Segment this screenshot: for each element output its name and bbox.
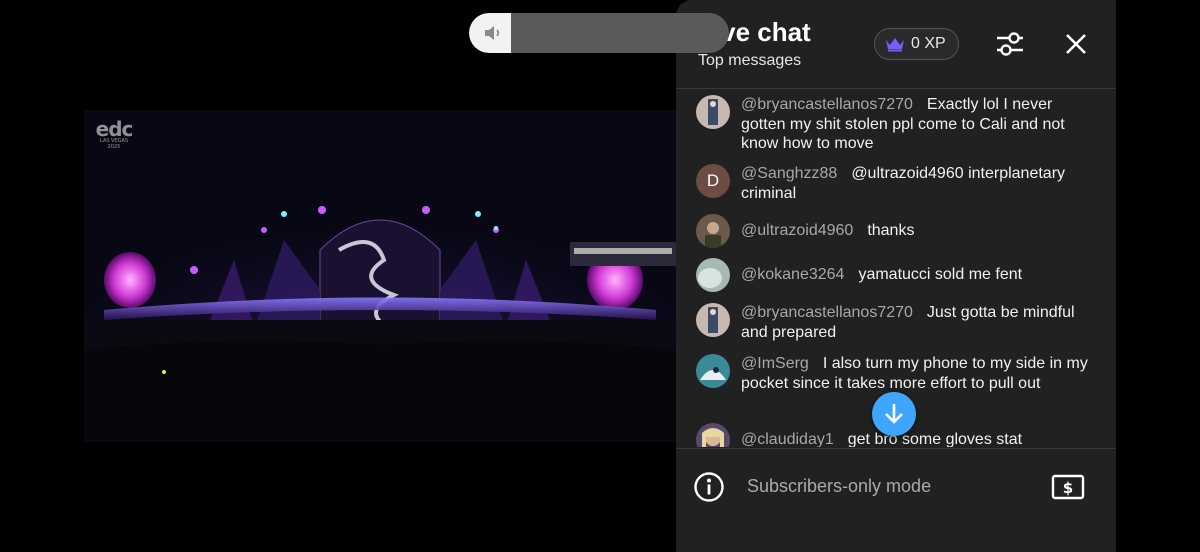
- chat-settings-button[interactable]: [992, 26, 1028, 62]
- message-author[interactable]: @kokane3264: [741, 266, 844, 283]
- chat-message: @ultrazoid4960 thanks: [696, 214, 1096, 248]
- message-author[interactable]: @claudiday1: [741, 431, 834, 447]
- info-button[interactable]: [693, 471, 725, 503]
- chat-message: D @Sanghzz88 @ultrazoid4960 interplanetar…: [696, 164, 1096, 203]
- chat-message: @bryancastellanos7270 Just gotta be mindf…: [696, 303, 1096, 342]
- message-author[interactable]: @bryancastellanos7270: [741, 96, 913, 113]
- subscribers-only-label: Subscribers-only mode: [747, 476, 932, 496]
- avatar[interactable]: [696, 258, 730, 292]
- avatar[interactable]: [696, 303, 730, 337]
- message-text: yamatucci sold me fent: [858, 266, 1023, 283]
- crown-icon: [886, 38, 904, 52]
- logo-text: edc: [95, 117, 134, 141]
- close-icon: [1066, 34, 1086, 54]
- video-frame: [84, 110, 676, 442]
- message-author[interactable]: @ImSerg: [741, 355, 809, 372]
- video-player[interactable]: edc LAS VEGAS 2025: [84, 110, 676, 442]
- chat-message: @bryancastellanos7270 Exactly lol I never…: [696, 95, 1096, 154]
- speaker-icon: [485, 26, 500, 40]
- edc-logo: edc LAS VEGAS 2025: [94, 117, 134, 150]
- dollar-bill-icon: $: [1051, 474, 1085, 500]
- avatar[interactable]: [696, 95, 730, 129]
- avatar[interactable]: [696, 214, 730, 248]
- chat-mode-selector[interactable]: Top messages: [698, 52, 801, 70]
- xp-badge[interactable]: 0 XP: [874, 28, 959, 60]
- message-author[interactable]: @Sanghzz88: [741, 165, 837, 182]
- logo-subtext: LAS VEGAS 2025: [99, 138, 129, 150]
- avatar[interactable]: D: [696, 164, 730, 198]
- super-chat-button[interactable]: $: [1050, 471, 1086, 503]
- close-chat-button[interactable]: [1058, 26, 1094, 62]
- message-text: thanks: [867, 222, 915, 239]
- scroll-to-bottom-button[interactable]: [872, 392, 916, 436]
- avatar[interactable]: [696, 423, 730, 447]
- chat-message: @ImSerg I also turn my phone to my side i…: [696, 354, 1096, 393]
- svg-text:$: $: [1063, 479, 1073, 497]
- xp-label: 0 XP: [911, 35, 946, 52]
- screen: edc LAS VEGAS 2025 Live chat Top message…: [0, 0, 1200, 552]
- message-text: get bro some gloves stat: [847, 431, 1023, 447]
- avatar[interactable]: [696, 354, 730, 388]
- chat-header: Live chat Top messages 0 XP: [676, 0, 1116, 88]
- sliders-icon: [997, 32, 1023, 56]
- message-author[interactable]: @ultrazoid4960: [741, 222, 853, 239]
- volume-indicator[interactable]: [469, 13, 729, 53]
- chat-message: @kokane3264 yamatucci sold me fent: [696, 258, 1096, 292]
- live-chat-panel: Live chat Top messages 0 XP @bryancastel…: [676, 0, 1116, 552]
- arrow-down-icon: [885, 404, 903, 424]
- info-icon: [694, 472, 724, 502]
- message-author[interactable]: @bryancastellanos7270: [741, 304, 913, 321]
- chat-footer: Subscribers-only mode $: [676, 449, 1116, 552]
